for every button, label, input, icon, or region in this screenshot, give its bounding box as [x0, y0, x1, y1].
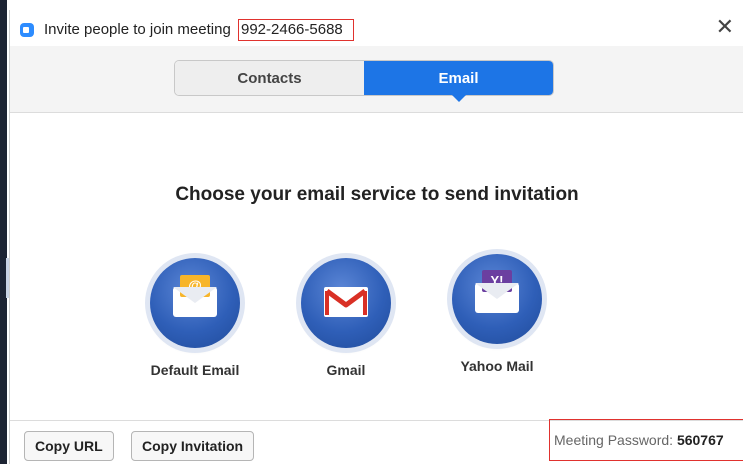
yahoo-mail-option[interactable]: Yahoo Mail: [432, 254, 562, 374]
background-window-edge: [0, 0, 7, 464]
dialog-footer: Copy URL Copy Invitation Meeting Passwor…: [10, 419, 743, 465]
tab-contacts[interactable]: Contacts: [175, 61, 364, 95]
gmail-icon: [324, 287, 368, 317]
copy-invitation-button[interactable]: Copy Invitation: [131, 431, 255, 461]
window-title: Invite people to join meeting: [44, 21, 231, 38]
default-email-label: Default Email: [150, 362, 240, 378]
meeting-id: 992-2466-5688: [238, 19, 354, 41]
tab-bar-area: Contacts Email: [10, 46, 743, 113]
copy-url-button[interactable]: Copy URL: [24, 431, 114, 461]
invite-dialog: Invite people to join meeting 992-2466-5…: [9, 10, 743, 465]
tab-switcher: Contacts Email: [174, 60, 554, 102]
close-icon[interactable]: ✕: [716, 16, 734, 38]
gmail-option[interactable]: Gmail: [281, 258, 411, 378]
password-label: Meeting Password:: [554, 432, 674, 448]
title-bar: Invite people to join meeting 992-2466-5…: [10, 10, 743, 46]
zoom-logo-icon: [20, 23, 34, 37]
default-email-button[interactable]: [150, 258, 240, 348]
password-value: 560767: [676, 432, 724, 448]
gmail-label: Gmail: [326, 362, 366, 378]
yahoo-mail-button[interactable]: [452, 254, 542, 344]
meeting-password: Meeting Password: 560767: [549, 419, 743, 461]
yahoo-mail-label: Yahoo Mail: [460, 358, 534, 374]
default-email-option[interactable]: Default Email: [130, 258, 260, 378]
gmail-button[interactable]: [301, 258, 391, 348]
email-service-heading: Choose your email service to send invita…: [175, 184, 579, 205]
yahoo-mail-icon: [475, 270, 519, 313]
tab-email[interactable]: Email: [364, 61, 553, 102]
default-email-icon: [173, 275, 217, 317]
